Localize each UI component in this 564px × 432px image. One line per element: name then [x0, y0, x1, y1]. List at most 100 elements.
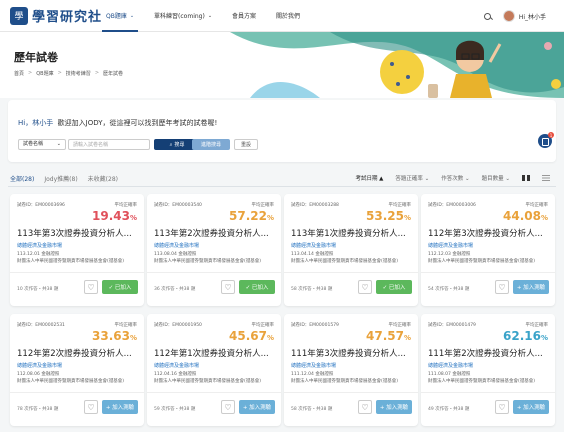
tab-count: (8)	[69, 176, 78, 183]
add-to-test-button[interactable]: + 加入測驗	[513, 400, 549, 414]
nav-item-subject[interactable]: 單科練習(coming) ⌄	[154, 0, 212, 32]
exam-date: 112.04.16 金融證照	[154, 372, 197, 377]
notification-badge: 1	[548, 132, 554, 138]
breadcrumb-separator: >	[57, 70, 62, 76]
tab-uncollected[interactable]: 未收藏(28)	[88, 174, 118, 183]
percent-sign: %	[129, 214, 137, 222]
hero-illustration	[230, 32, 564, 98]
breadcrumb-separator: >	[28, 70, 33, 76]
exam-card[interactable]: 試卷ID：EM00002531 平均正確率 33.63% 112年第2次證券投資…	[10, 314, 144, 426]
exam-subject: 總體經濟及金融市場	[291, 243, 337, 249]
accuracy-value: 57.22%	[229, 209, 274, 223]
exam-id: 試卷ID：EM00003288	[291, 203, 339, 208]
add-to-test-button[interactable]: + 加入測驗	[376, 400, 412, 414]
logo[interactable]: 學 學習研究社	[10, 6, 106, 25]
user-name[interactable]: Hi_林小手	[519, 12, 546, 21]
added-button[interactable]: ✓ 已加入	[376, 280, 412, 294]
exam-organizer: 財團法人中華民國證券暨期貨市場發展基金會(證基會)	[428, 259, 536, 264]
search-icon[interactable]	[483, 12, 491, 20]
exam-card[interactable]: 試卷ID：EM00003696 平均正確率 19.43% 113年第3次證券投資…	[10, 194, 144, 306]
accuracy-label: 平均正確率	[388, 203, 412, 208]
add-to-test-button[interactable]: + 加入測驗	[102, 400, 138, 414]
exam-date: 113.12.01 金融證照	[17, 252, 60, 257]
added-button[interactable]: ✓ 已加入	[239, 280, 275, 294]
exam-date: 113.04.14 金融證照	[291, 252, 334, 257]
exam-subject: 總體經濟及金融市場	[428, 363, 474, 369]
avatar[interactable]	[502, 10, 515, 22]
exam-id: 試卷ID：EM00003006	[428, 203, 476, 208]
accuracy-number: 47.57	[366, 329, 404, 343]
advanced-search-button[interactable]: 進階搜尋	[192, 139, 230, 150]
heart-icon[interactable]: ♡	[495, 280, 509, 294]
exam-title[interactable]: 112年第2次證券投資分析人...	[17, 347, 141, 359]
percent-sign: %	[540, 334, 548, 342]
breadcrumb-separator: >	[94, 70, 100, 76]
exam-id: 試卷ID：EM00001479	[428, 323, 476, 328]
heart-icon[interactable]: ♡	[221, 280, 235, 294]
exam-title[interactable]: 112年第1次證券投資分析人...	[154, 347, 278, 359]
add-to-test-button[interactable]: + 加入測驗	[239, 400, 275, 414]
accuracy-number: 45.67	[229, 329, 267, 343]
grid-view-icon[interactable]	[522, 175, 530, 181]
breadcrumb-qb[interactable]: QB題庫	[36, 70, 53, 77]
heart-icon[interactable]: ♡	[358, 280, 372, 294]
nav-item-qb[interactable]: QB題庫 ⌄	[101, 0, 139, 32]
tab-all[interactable]: 全部(28)	[10, 174, 35, 187]
breadcrumb: 首頁 > QB題庫 > 技術考練習 > 歷年試卷	[14, 70, 123, 77]
exam-title[interactable]: 113年第2次證券投資分析人...	[154, 227, 278, 239]
list-view-icon[interactable]	[542, 175, 550, 181]
exam-id: 試卷ID：EM00002531	[17, 323, 65, 328]
exam-title[interactable]: 111年第3次證券投資分析人...	[291, 347, 415, 359]
accuracy-value: 45.67%	[229, 329, 274, 343]
exam-title[interactable]: 113年第1次證券投資分析人...	[291, 227, 415, 239]
exam-card[interactable]: 試卷ID：EM00001579 平均正確率 47.57% 111年第3次證券投資…	[284, 314, 418, 426]
exam-subject: 總體經濟及金融市場	[17, 363, 63, 369]
breadcrumb-home[interactable]: 首頁	[14, 70, 24, 77]
exam-card[interactable]: 試卷ID：EM00003288 平均正確率 53.25% 113年第1次證券投資…	[284, 194, 418, 306]
add-to-test-button[interactable]: + 加入測驗	[513, 280, 549, 294]
breadcrumb-practice[interactable]: 技術考練習	[66, 70, 91, 77]
exam-stats: 54 次作答・共38 題	[428, 287, 470, 292]
exam-date: 111.08.07 金融證照	[428, 372, 471, 377]
tab-count: (28)	[22, 176, 35, 183]
exam-card[interactable]: 試卷ID：EM00001479 平均正確率 62.16% 111年第2次證券投資…	[421, 314, 555, 426]
exam-subject: 總體經濟及金融市場	[428, 243, 474, 249]
sort-attempts[interactable]: 作答次數 ⌄	[441, 174, 469, 182]
added-button[interactable]: ✓ 已加入	[102, 280, 138, 294]
nav-item-plans[interactable]: 會員方案	[232, 0, 256, 32]
exam-subject: 總體經濟及金融市場	[291, 363, 337, 369]
exam-card[interactable]: 試卷ID：EM00003540 平均正確率 57.22% 113年第2次證券投資…	[147, 194, 281, 306]
exam-stats: 49 次作答・共38 題	[428, 407, 470, 412]
divider	[8, 186, 556, 187]
reset-button[interactable]: 重設	[234, 139, 258, 150]
exam-title[interactable]: 112年第3次證券投資分析人...	[428, 227, 552, 239]
heart-icon[interactable]: ♡	[495, 400, 509, 414]
divider	[284, 272, 418, 273]
tab-count: (28)	[105, 176, 118, 183]
heart-icon[interactable]: ♡	[84, 400, 98, 414]
search-input[interactable]	[68, 139, 150, 150]
heart-icon[interactable]: ♡	[84, 280, 98, 294]
nav-item-about[interactable]: 關於我們	[276, 0, 300, 32]
exam-card[interactable]: 試卷ID：EM00003006 平均正確率 44.08% 112年第3次證券投資…	[421, 194, 555, 306]
percent-sign: %	[129, 334, 137, 342]
accuracy-value: 53.25%	[366, 209, 411, 223]
exam-stats: 58 次作答・共38 題	[291, 287, 333, 292]
sort-question-count[interactable]: 題目數量 ⌄	[482, 174, 510, 182]
tab-label: Jody推薦	[44, 176, 70, 183]
exam-card[interactable]: 試卷ID：EM00001950 平均正確率 45.67% 112年第1次證券投資…	[147, 314, 281, 426]
sort-bar: 考試日期 ▲ 答題正確率 ⌄ 作答次數 ⌄ 題目數量 ⌄	[355, 174, 550, 182]
tab-jody-recommended[interactable]: Jody推薦(8)	[44, 174, 77, 183]
exam-title[interactable]: 113年第3次證券投資分析人...	[17, 227, 141, 239]
search-field-select[interactable]: 試卷名稱 ⌄	[18, 139, 66, 150]
divider	[10, 392, 144, 393]
sort-exam-date[interactable]: 考試日期 ▲	[355, 174, 383, 182]
heart-icon[interactable]: ♡	[358, 400, 372, 414]
exam-title[interactable]: 111年第2次證券投資分析人...	[428, 347, 552, 359]
heart-icon[interactable]: ♡	[221, 400, 235, 414]
sort-accuracy[interactable]: 答題正確率 ⌄	[395, 174, 429, 182]
nav-item-label: 會員方案	[232, 13, 257, 20]
chevron-down-icon: ⌄	[207, 12, 213, 19]
exam-id: 試卷ID：EM00001950	[154, 323, 202, 328]
accuracy-value: 33.63%	[92, 329, 137, 343]
